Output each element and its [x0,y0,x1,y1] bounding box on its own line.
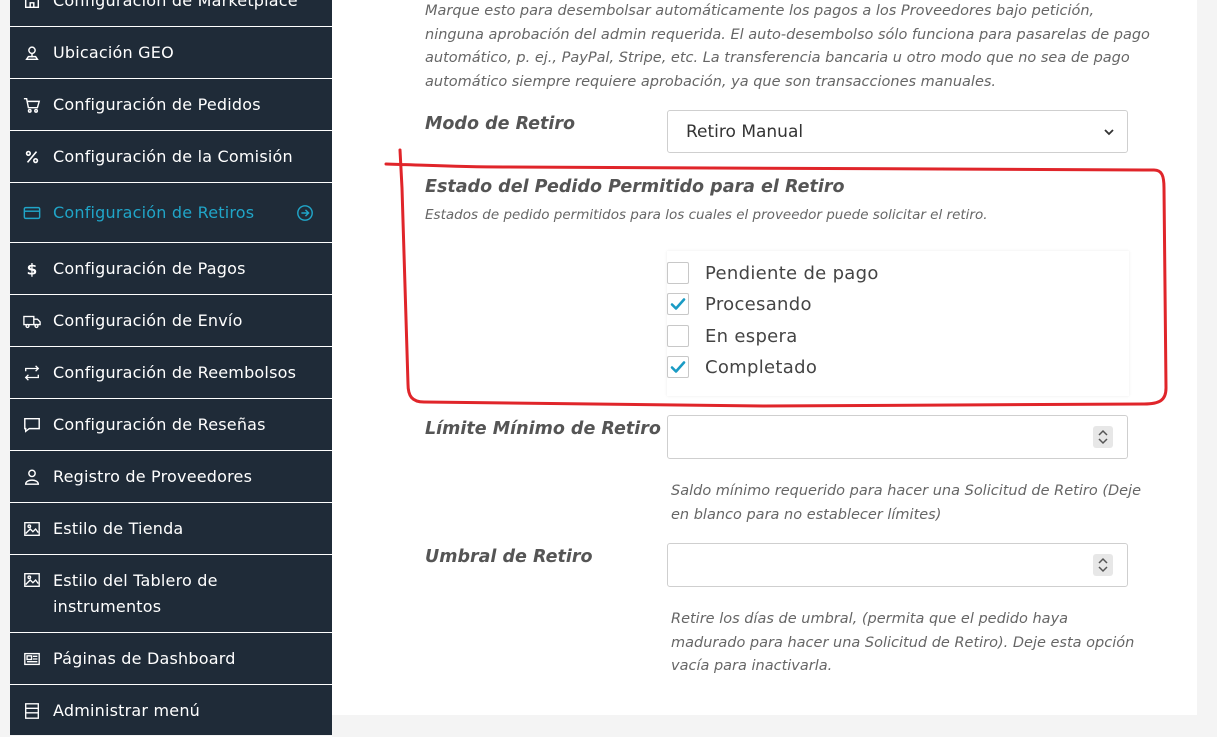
status-option-label: Pendiente de pago [705,262,879,284]
number-spinner[interactable] [1093,426,1113,448]
status-option-completed[interactable]: Completado [667,356,817,378]
withdrawal-threshold-input[interactable] [667,543,1128,587]
chevron-down-icon [1104,128,1114,135]
order-status-checkbox-list: Pendiente de pago Procesando En espera C… [667,251,1129,396]
sidebar-item-shipping[interactable]: Configuración de Envío [10,295,332,347]
dollar-icon: $ [22,259,42,279]
credit-card-icon [22,203,42,223]
sidebar-item-marketplace[interactable]: Configuración de Marketplace [10,0,332,27]
withdrawal-threshold-label: Umbral de Retiro [425,547,593,567]
location-pin-icon [22,43,42,63]
sidebar-item-vendor-registration[interactable]: Registro de Proveedores [10,451,332,503]
status-option-processing[interactable]: Procesando [667,293,812,315]
min-withdrawal-limit-input[interactable] [667,415,1128,459]
store-icon [22,0,42,11]
sidebar-item-label: Configuración de Envío [53,311,243,330]
sidebar-item-label: Páginas de Dashboard [53,649,236,668]
sidebar-item-label: Configuración de Reseñas [53,415,266,434]
sidebar-item-label: Estilo de Tienda [53,519,184,538]
image-icon [22,519,42,539]
status-option-on-hold[interactable]: En espera [667,325,798,347]
status-option-label: En espera [705,325,798,347]
left-gutter [0,0,10,715]
withdrawal-mode-select[interactable]: Retiro Manual [667,110,1128,153]
sidebar-item-refunds[interactable]: Configuración de Reembolsos [10,347,332,399]
sidebar-item-reviews[interactable]: Configuración de Reseñas [10,399,332,451]
status-checkbox-on-hold[interactable] [667,325,689,347]
status-option-label: Procesando [705,293,812,315]
sidebar-item-label: Configuración de Pagos [53,259,246,278]
sidebar-item-dashboard-pages[interactable]: Páginas de Dashboard [10,633,332,685]
sidebar-item-label: Configuración de Reembolsos [53,363,297,382]
checkmark-icon [670,361,686,373]
cart-icon [22,95,42,115]
sidebar-item-label: Configuración de Pedidos [53,95,261,114]
sidebar-item-withdrawals[interactable]: Configuración de Retiros [10,183,332,243]
sidebar-item-label: Configuración de Marketplace [53,0,298,10]
page-scrollbar-track[interactable] [1197,0,1217,715]
auto-disburse-help-text: Marque esto para desembolsar automáticam… [425,3,1150,90]
min-withdrawal-limit-help: Saldo mínimo requerido para hacer una So… [671,483,1142,523]
sidebar-item-commission[interactable]: Configuración de la Comisión [10,131,332,183]
withdrawal-mode-label: Modo de Retiro [425,114,576,134]
sidebar-item-manage-menu[interactable]: Administrar menú [10,685,332,737]
newspaper-icon [22,649,42,669]
min-withdrawal-limit-label: Límite Mínimo de Retiro [425,419,661,439]
menu-list-icon [22,701,42,721]
sidebar-item-label: Estilo del Tablero de instrumentos [53,570,218,616]
allowed-order-status-help: Estados de pedido permitidos para los cu… [425,207,988,223]
withdrawal-threshold-help: Retire los días de umbral, (permita que … [671,611,1135,674]
sidebar-item-dashboard-style[interactable]: Estilo del Tablero de instrumentos [10,555,332,633]
up-down-arrows-icon [1098,557,1108,573]
percent-icon [22,147,42,167]
up-down-arrows-icon [1098,429,1108,445]
number-spinner[interactable] [1093,554,1113,576]
status-option-label: Completado [705,356,818,378]
sidebar-item-orders[interactable]: Configuración de Pedidos [10,79,332,131]
allowed-order-status-label: Estado del Pedido Permitido para el Reti… [425,177,845,197]
withdrawal-mode-selected-value: Retiro Manual [686,121,804,142]
sidebar-item-label: Configuración de Retiros [53,203,255,222]
sidebar-item-store-style[interactable]: Estilo de Tienda [10,503,332,555]
checkmark-icon [670,298,686,310]
truck-icon [22,311,42,331]
sidebar-item-label: Configuración de la Comisión [53,147,293,166]
sidebar-item-label: Ubicación GEO [53,43,174,62]
speech-bubble-icon [22,415,42,435]
sidebar-item-geo-location[interactable]: Ubicación GEO [10,27,332,79]
arrow-right-circle-icon [297,204,313,221]
status-checkbox-pending-payment[interactable] [667,262,689,284]
status-checkbox-processing[interactable] [667,293,689,315]
settings-sidebar: Configuración de Marketplace Ubicación G… [10,0,332,737]
refund-arrows-icon [22,363,42,383]
status-checkbox-completed[interactable] [667,356,689,378]
status-option-pending-payment[interactable]: Pendiente de pago [667,262,879,284]
user-icon [22,467,42,487]
svg-text:$: $ [27,260,38,278]
sidebar-item-label: Registro de Proveedores [53,467,253,486]
sidebar-item-label: Administrar menú [53,701,201,720]
sidebar-item-payments[interactable]: $ Configuración de Pagos [10,243,332,295]
